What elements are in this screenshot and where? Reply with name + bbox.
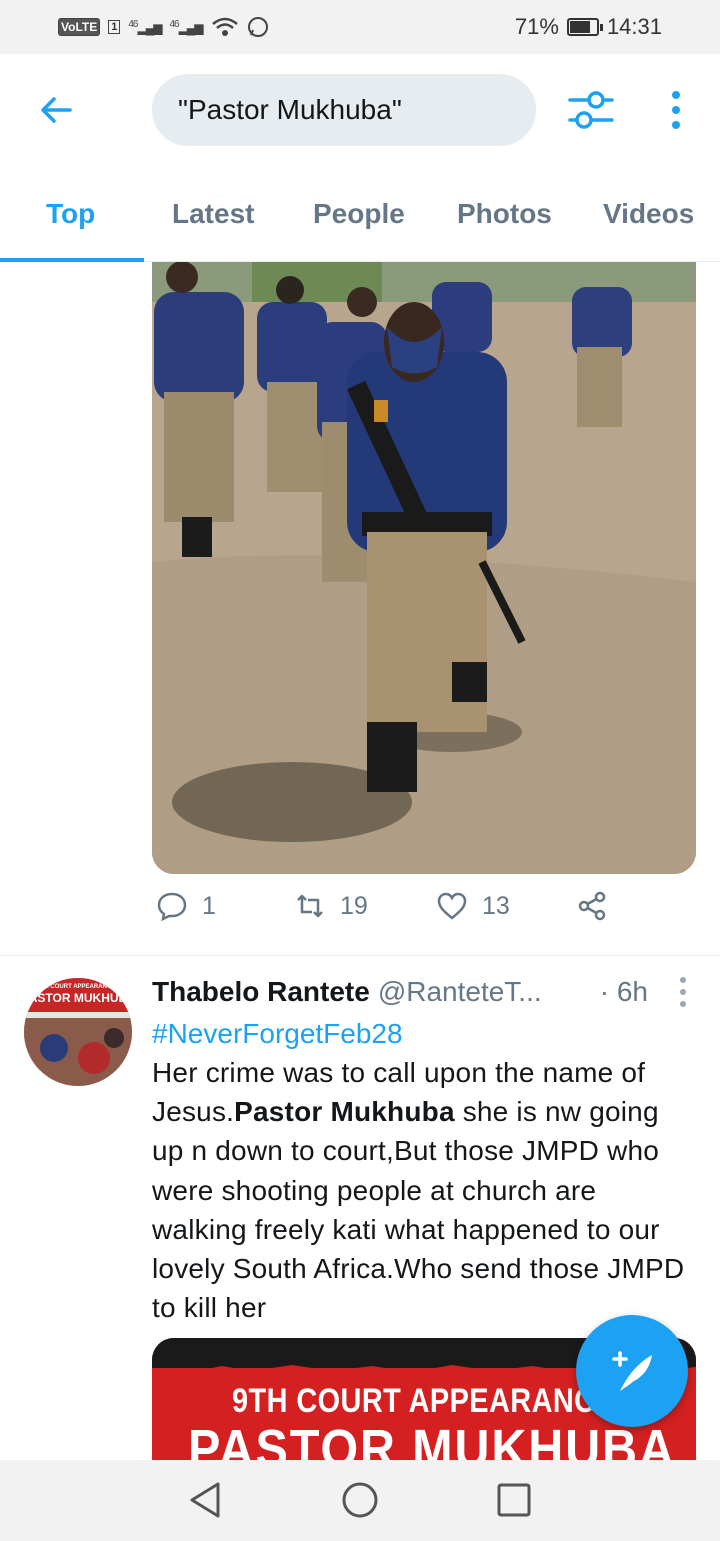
back-arrow-icon[interactable] (36, 90, 76, 130)
poster-name: PASTOR MUKHUBA (188, 1419, 676, 1460)
tab-top[interactable]: Top (46, 166, 95, 262)
retweet-button[interactable]: 19 (294, 890, 368, 922)
avatar-image: TH COURT APPEARANCE ASTOR MUKHUB (24, 978, 132, 1086)
feather-plus-icon (612, 1351, 652, 1391)
retweet-count: 19 (340, 891, 368, 920)
sim-badge: 1 (108, 20, 121, 34)
avatar[interactable]: TH COURT APPEARANCE ASTOR MUKHUB (24, 978, 132, 1086)
reply-button[interactable]: 1 (156, 890, 216, 922)
avatar-text: ASTOR MUKHUB (29, 991, 128, 1005)
like-count: 13 (482, 891, 510, 920)
signal-label-1: 46 (128, 19, 138, 30)
nav-recents-icon[interactable] (494, 1480, 534, 1520)
reply-count: 1 (202, 891, 216, 920)
share-button[interactable] (576, 890, 608, 922)
tweet-text: Her crime was to call upon the name of J… (152, 1053, 696, 1327)
battery-fill (569, 21, 590, 33)
more-vertical-icon[interactable] (664, 90, 688, 130)
tab-videos[interactable]: Videos (603, 166, 694, 262)
tab-photos[interactable]: Photos (457, 166, 552, 262)
tweet-photo[interactable] (152, 262, 696, 874)
author-handle[interactable]: @RanteteT... (378, 976, 542, 1008)
retweet-icon (297, 894, 323, 918)
tab-latest[interactable]: Latest (172, 166, 254, 262)
signal-icon-2: 46▂▄▆ (169, 19, 203, 35)
wifi-icon (211, 17, 238, 36)
active-tab-indicator (0, 258, 144, 262)
tweet-header: Thabelo Rantete @RanteteT... · 6h (152, 970, 696, 1014)
tweet[interactable]: Thabelo Rantete @RanteteT... · 6h #Never… (152, 970, 696, 1327)
tweet-time: · 6h (599, 976, 648, 1007)
tab-people[interactable]: People (313, 166, 405, 262)
tweet-more-icon[interactable] (678, 976, 688, 1008)
search-header: "Pastor Mukhuba" (0, 54, 720, 166)
battery-percent: 71% (514, 14, 559, 39)
tweet-actions: 1 19 13 (152, 890, 632, 940)
nav-home-icon[interactable] (340, 1480, 380, 1520)
reply-icon (157, 892, 187, 922)
tweet-text-part2: she is nw going up n down to court,But t… (152, 1096, 685, 1324)
search-tabs: Top Latest People Photos Videos (0, 166, 720, 262)
police-photo-image (152, 262, 696, 874)
status-left: VoLTE 1 46▂▄▆ 46▂▄▆ (58, 16, 269, 38)
author-name[interactable]: Thabelo Rantete (152, 976, 370, 1008)
hashtag-link[interactable]: #NeverForgetFeb28 (152, 1014, 696, 1053)
search-input[interactable]: "Pastor Mukhuba" (152, 74, 536, 146)
system-nav-bar (0, 1460, 720, 1541)
status-bar: VoLTE 1 46▂▄▆ 46▂▄▆ 71% 14:31 (0, 0, 720, 54)
search-query: "Pastor Mukhuba" (178, 94, 402, 125)
clock: 14:31 (606, 14, 662, 39)
nav-back-icon[interactable] (186, 1480, 226, 1520)
heart-icon (437, 892, 467, 920)
filter-sliders-icon[interactable] (566, 88, 616, 132)
status-right: 71% 14:31 (515, 14, 662, 40)
signal-label-2: 46 (169, 19, 179, 30)
like-button[interactable]: 13 (436, 890, 510, 922)
tweet-divider (0, 955, 720, 956)
avatar-subtext: TH COURT APPEARANCE (41, 984, 115, 990)
share-icon (578, 891, 606, 921)
tweet-text-bold: Pastor Mukhuba (234, 1096, 455, 1128)
signal-icon: 46▂▄▆ (128, 19, 162, 35)
compose-tweet-button[interactable] (576, 1315, 688, 1427)
volte-badge: VoLTE (58, 18, 101, 36)
whatsapp-icon (247, 17, 268, 37)
battery-icon (566, 18, 603, 36)
